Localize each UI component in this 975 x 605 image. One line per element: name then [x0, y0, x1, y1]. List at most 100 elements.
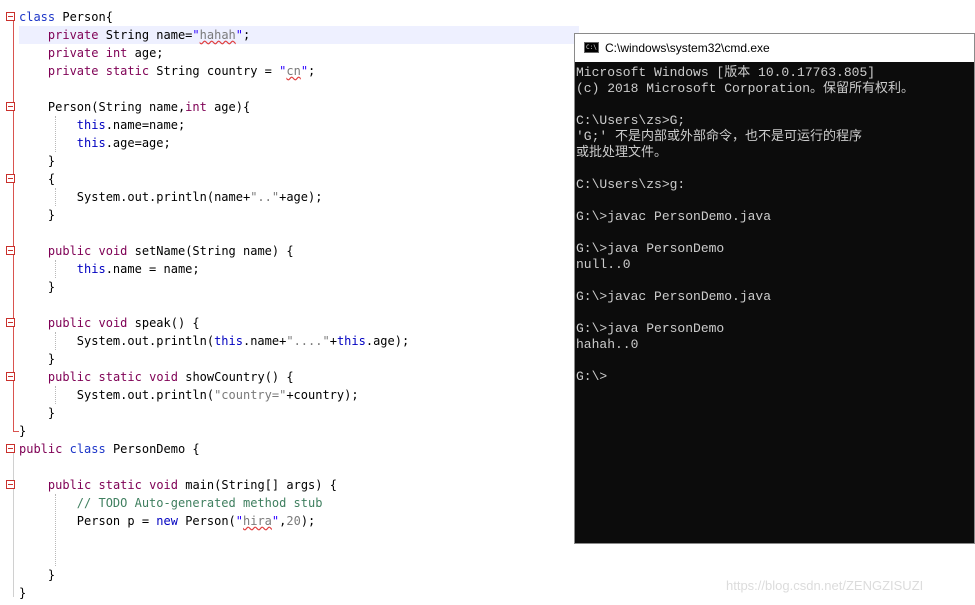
code-token: String country = [149, 64, 280, 78]
cmd-output[interactable]: Microsoft Windows [版本 10.0.17763.805] (c)… [575, 65, 974, 543]
fold-toggle-icon[interactable] [6, 372, 15, 381]
code-token: private [47, 28, 99, 42]
code-token: Person(String name, [19, 100, 186, 114]
code-token: .age=age; [105, 136, 171, 150]
code-token: void [149, 478, 178, 492]
code-line: public void setName(String name) { [19, 242, 294, 260]
code-token: System.out.println( [19, 334, 215, 348]
fold-toggle-icon[interactable] [6, 12, 15, 21]
code-line: this.age=age; [19, 134, 171, 152]
cmd-line: G:\>javac PersonDemo.java [576, 289, 772, 304]
code-token: speak() { [127, 316, 200, 330]
code-token: hahah [199, 28, 236, 42]
fold-toggle-icon[interactable] [6, 102, 15, 111]
code-token: static [98, 478, 142, 492]
cmd-window[interactable]: C:\ C:\windows\system32\cmd.exe Microsof… [574, 33, 975, 544]
cmd-line [576, 305, 974, 321]
code-token: { [19, 172, 56, 186]
code-token: this [214, 334, 243, 348]
cmd-line: 'G;' 不是内部或外部命令，也不是可运行的程序 [576, 129, 863, 144]
code-line: class Person{ [19, 8, 113, 26]
code-token: public [47, 478, 92, 492]
code-line: System.out.println(this.name+"...."+this… [19, 332, 409, 350]
cmd-titlebar[interactable]: C:\ C:\windows\system32\cmd.exe [575, 34, 974, 62]
code-token: Person p = [19, 514, 157, 528]
fold-toggle-icon[interactable] [6, 444, 15, 453]
code-token: void [149, 370, 178, 384]
code-line: } [19, 152, 55, 170]
code-line: } [19, 206, 55, 224]
code-token: main(String[] args) { [178, 478, 337, 492]
code-line: } [19, 584, 26, 602]
cmd-line: 或批处理文件。 [576, 145, 668, 160]
code-token: .name+ [242, 334, 287, 348]
code-token: age; [127, 46, 164, 60]
code-token: PersonDemo { [105, 442, 200, 456]
code-token: "country=" [214, 388, 287, 402]
code-token: ".." [250, 190, 280, 204]
code-line: private int age; [19, 44, 164, 62]
code-token: this [336, 334, 366, 348]
code-line: public void speak() { [19, 314, 200, 332]
code-token: void [98, 316, 128, 330]
code-token: + [329, 334, 337, 348]
code-line: private String name="hahah"; [19, 26, 250, 44]
code-token: " [235, 514, 243, 528]
code-token: } [19, 568, 56, 582]
code-line: public class PersonDemo { [19, 440, 200, 458]
code-line: System.out.println("country="+country); [19, 386, 359, 404]
code-token: 20 [286, 514, 301, 528]
code-token: public [19, 442, 63, 456]
code-token: setName(String name) { [127, 244, 294, 258]
cmd-line: C:\Users\zs>g: [576, 177, 686, 192]
fold-toggle-icon[interactable] [6, 318, 15, 327]
cmd-line: Microsoft Windows [版本 10.0.17763.805] [576, 65, 876, 80]
fold-range-line [13, 21, 14, 431]
cmd-line [576, 161, 974, 177]
code-line: public static void showCountry() { [19, 368, 294, 386]
code-line: System.out.println(name+".."+age); [19, 188, 323, 206]
code-line: } [19, 350, 55, 368]
code-token: String name= [98, 28, 193, 42]
code-token: } [19, 424, 27, 438]
code-token: public [47, 316, 92, 330]
code-token: " [235, 28, 243, 42]
cmd-line: G:\>javac PersonDemo.java [576, 209, 772, 224]
cmd-line: G:\>java PersonDemo [576, 321, 725, 336]
code-token: private [47, 46, 99, 60]
code-token: showCountry() { [178, 370, 294, 384]
fold-toggle-icon[interactable] [6, 246, 15, 255]
cmd-line: (c) 2018 Microsoft Corporation。保留所有权利。 [576, 81, 915, 96]
code-token: +country); [286, 388, 359, 402]
cmd-line: hahah..0 [576, 337, 639, 352]
cmd-line: G:\> [576, 369, 608, 384]
code-token: System.out.println( [19, 388, 215, 402]
code-token: class [19, 10, 56, 24]
code-token: } [19, 586, 27, 600]
code-line: Person p = new Person("hira",20); [19, 512, 315, 530]
cmd-line [576, 225, 974, 241]
code-token: " [300, 64, 309, 78]
code-line: this.name=name; [19, 116, 185, 134]
code-token: age){ [206, 100, 251, 114]
code-token: static [105, 64, 150, 78]
fold-toggle-icon[interactable] [6, 174, 15, 183]
cmd-line: null..0 [576, 257, 631, 272]
code-token: .name=name; [105, 118, 186, 132]
cmd-line [576, 97, 974, 113]
fold-toggle-icon[interactable] [6, 480, 15, 489]
cmd-line [576, 193, 974, 209]
code-token: } [19, 280, 56, 294]
